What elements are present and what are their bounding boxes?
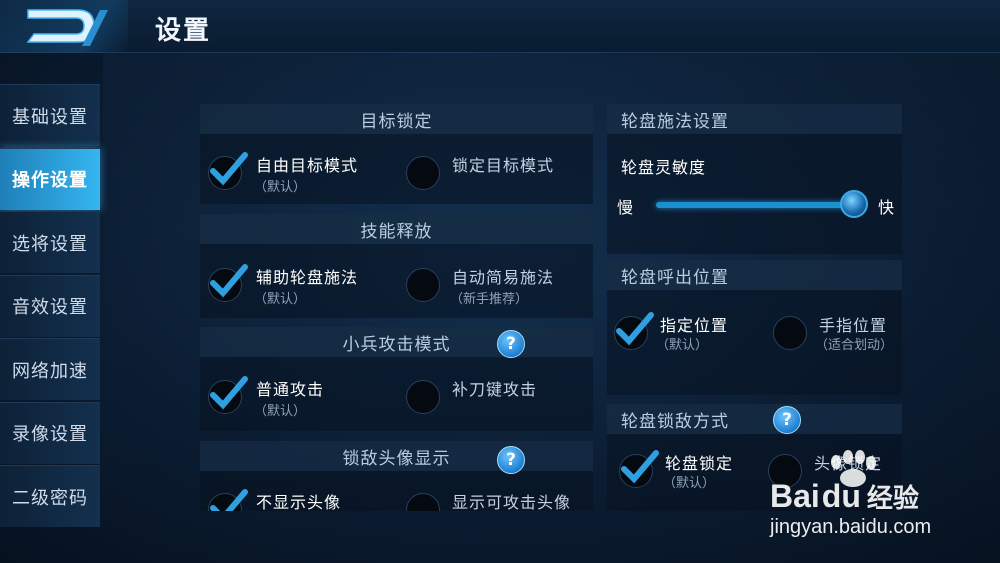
wheel-cast-title: 轮盘施法设置: [607, 104, 902, 134]
checkmark-icon: [210, 152, 248, 186]
help-icon[interactable]: ?: [773, 406, 801, 434]
checkmark-icon: [210, 489, 248, 511]
page-title: 设置: [155, 16, 212, 46]
option-sublabel: （适合划动）: [815, 338, 894, 353]
back-logo-icon: [26, 9, 108, 46]
fast-label: 快: [878, 198, 896, 217]
checkmark-icon: [616, 312, 654, 346]
option-sublabel: （默认）: [254, 180, 307, 195]
help-icon[interactable]: ?: [497, 330, 525, 358]
option-label: 轮盘锁定: [665, 454, 734, 473]
sensitivity-slider-track[interactable]: [656, 202, 856, 208]
sidebar-item-replay[interactable]: 录像设置: [0, 401, 100, 464]
checkbox-checked[interactable]: [614, 312, 654, 350]
checkbox-checked[interactable]: [619, 450, 659, 488]
enemy-avatar-title: 锁敌头像显示: [200, 441, 593, 471]
checkbox-unchecked[interactable]: [406, 493, 440, 511]
option-label: 不显示头像: [256, 493, 342, 511]
checkbox-unchecked[interactable]: [406, 156, 440, 190]
option-sublabel: （默认）: [254, 292, 307, 307]
wheel-lock-title: 轮盘锁敌方式: [607, 404, 902, 434]
slow-label: 慢: [617, 198, 635, 217]
option-sublabel: （默认）: [663, 476, 716, 491]
sidebar-item-hero-select[interactable]: 选将设置: [0, 211, 100, 273]
sidebar-item-basic[interactable]: 基础设置: [0, 84, 100, 146]
sidebar-item-controls[interactable]: 操作设置: [0, 147, 100, 210]
checkbox-checked[interactable]: [208, 152, 248, 190]
checkbox-unchecked[interactable]: [406, 268, 440, 302]
option-label: 普通攻击: [256, 380, 325, 399]
sensitivity-slider-knob[interactable]: [840, 190, 868, 218]
watermark-brand: Bai: [770, 478, 820, 514]
minion-attack-title: 小兵攻击模式: [200, 327, 593, 357]
option-label: 手指位置: [819, 316, 888, 335]
sensitivity-label: 轮盘灵敏度: [621, 158, 707, 177]
help-icon[interactable]: ?: [497, 446, 525, 474]
skill-release-title: 技能释放: [200, 214, 593, 244]
enemy-avatar-options-clip: 不显示头像 显示可攻击头像: [200, 475, 593, 511]
watermark-jingyan: 经验: [866, 483, 919, 513]
target-lock-title: 目标锁定: [200, 104, 593, 134]
watermark-brand2: du: [821, 478, 861, 514]
checkmark-icon: [621, 450, 659, 484]
back-button[interactable]: [0, 0, 128, 52]
option-sublabel: （默认）: [656, 338, 709, 353]
sidebar-item-network[interactable]: 网络加速: [0, 338, 100, 400]
sidebar-item-audio[interactable]: 音效设置: [0, 274, 100, 337]
wheel-position-title: 轮盘呼出位置: [607, 260, 902, 290]
option-label: 自动简易施法: [452, 268, 555, 287]
checkbox-checked[interactable]: [208, 264, 248, 302]
option-label: 辅助轮盘施法: [256, 268, 359, 287]
option-label: 锁定目标模式: [452, 156, 555, 175]
sidebar: 基础设置 操作设置 选将设置 音效设置 网络加速 录像设置 二级密码: [0, 84, 100, 529]
checkmark-icon: [210, 264, 248, 298]
checkmark-icon: [210, 376, 248, 410]
top-bar: 设置: [0, 0, 1000, 53]
option-label: 显示可攻击头像: [452, 493, 572, 511]
baidu-watermark-logo: Baidu 经验: [770, 478, 919, 515]
option-label: 指定位置: [660, 316, 729, 335]
checkbox-unchecked[interactable]: [406, 380, 440, 414]
option-label: 自由目标模式: [256, 156, 359, 175]
option-label: 补刀键攻击: [452, 380, 538, 399]
checkbox-checked[interactable]: [208, 376, 248, 414]
option-sublabel: （新手推荐）: [450, 292, 529, 307]
checkbox-checked[interactable]: [208, 489, 248, 511]
sidebar-item-password[interactable]: 二级密码: [0, 465, 100, 527]
baidu-watermark-url: jingyan.baidu.com: [770, 516, 932, 538]
option-sublabel: （默认）: [254, 404, 307, 419]
checkbox-unchecked[interactable]: [773, 316, 807, 350]
